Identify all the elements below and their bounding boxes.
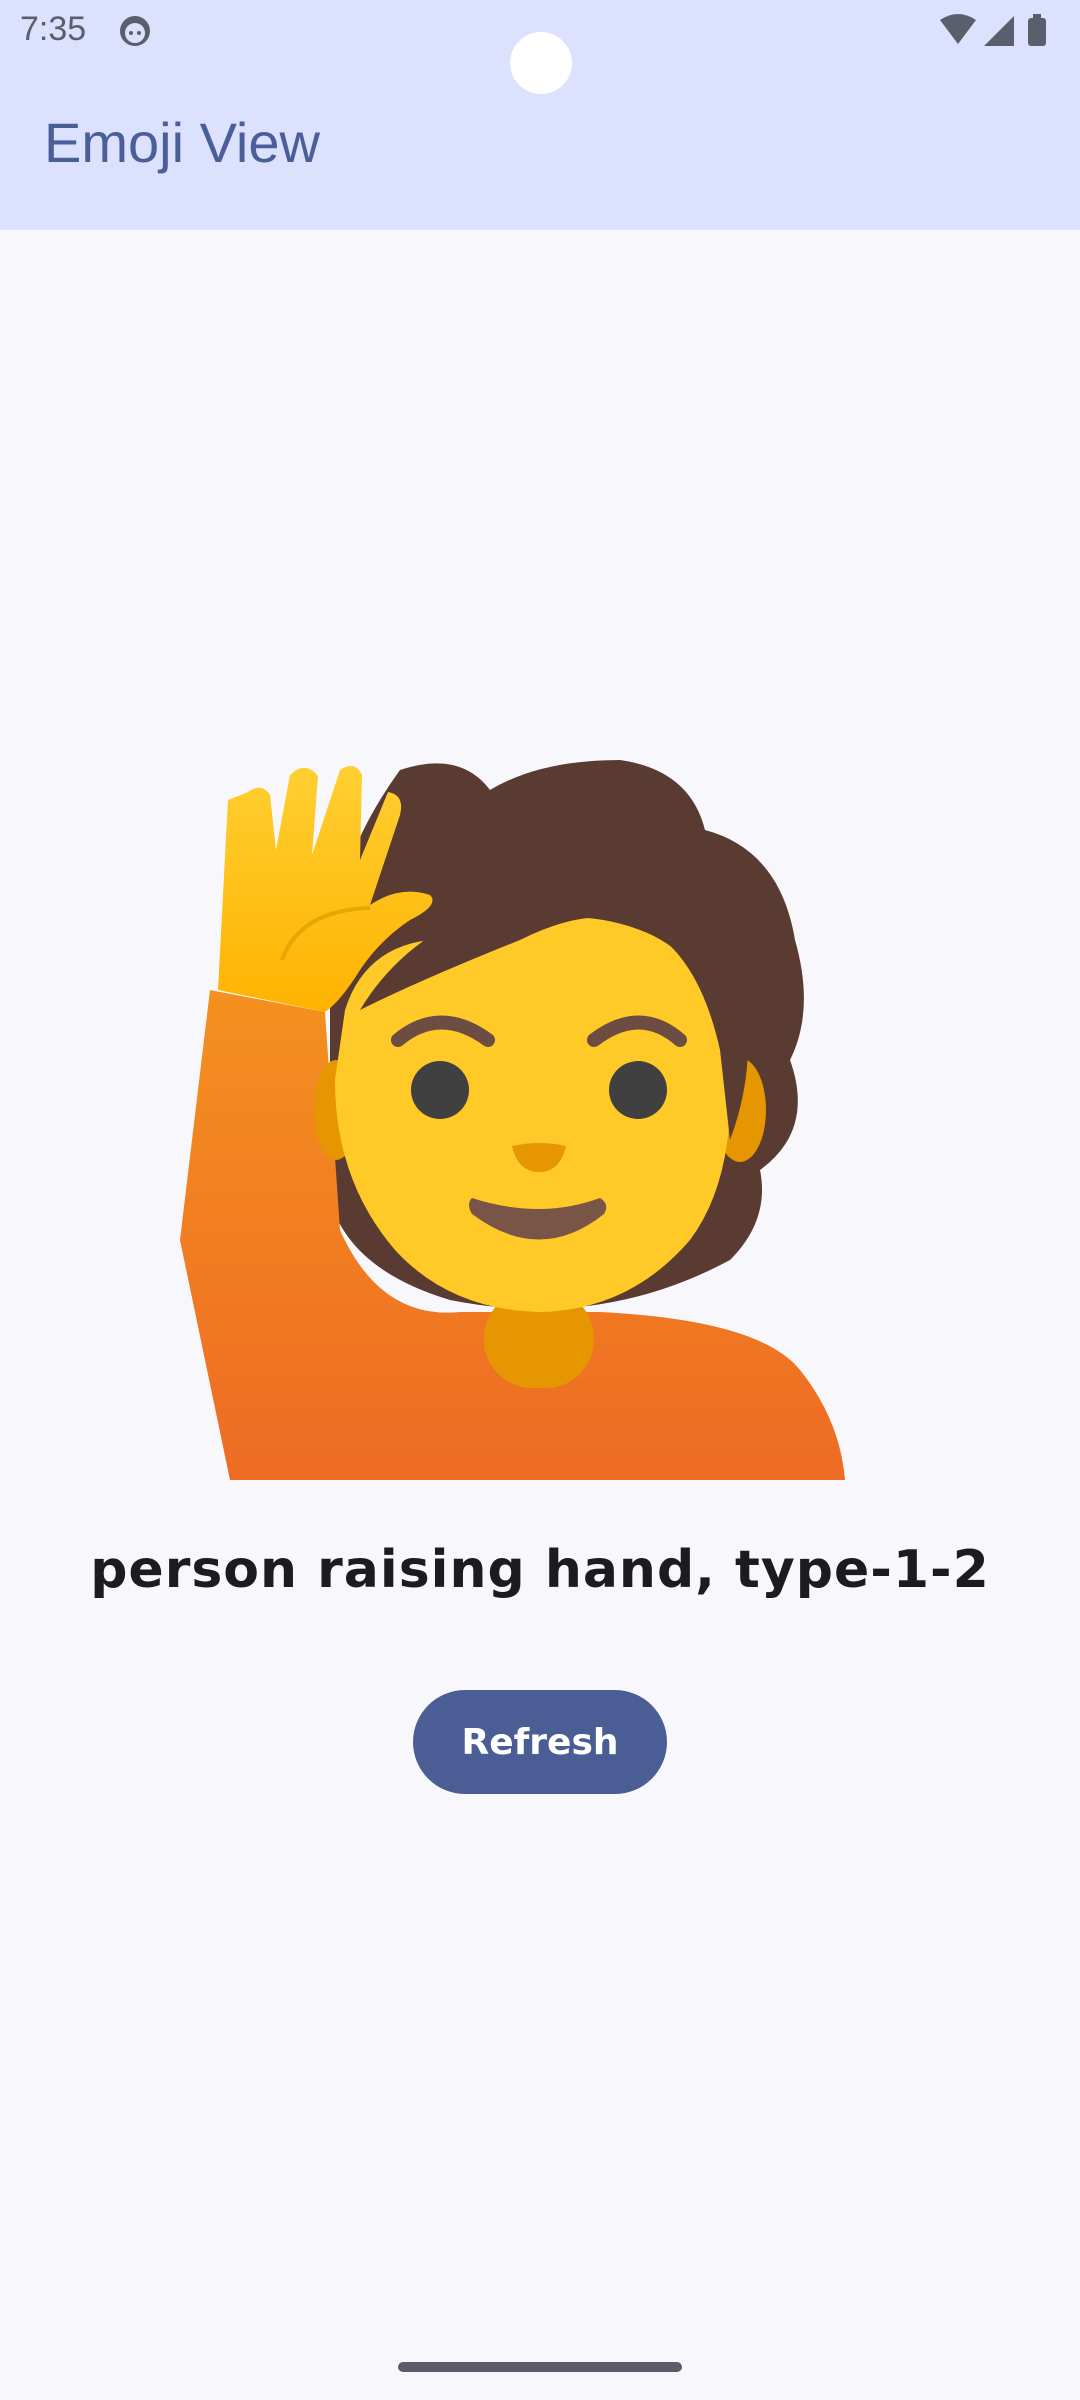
status-time: 7:35 [20,10,87,48]
battery-icon [1028,18,1046,46]
person-raising-hand-emoji [170,750,860,1480]
app-top-bar: 7:35 Emoji View [0,0,1080,230]
emoji-name-label: person raising hand, type-1-2 [90,1540,990,1600]
cellular-signal-icon [984,16,1014,46]
camera-cutout [510,32,572,94]
refresh-button[interactable]: Refresh [413,1690,667,1794]
app-title: Emoji View [44,111,320,174]
wifi-icon [940,14,976,44]
app-notification-icon [120,16,150,46]
home-gesture-bar[interactable] [398,2362,682,2372]
status-icons [940,14,1046,46]
